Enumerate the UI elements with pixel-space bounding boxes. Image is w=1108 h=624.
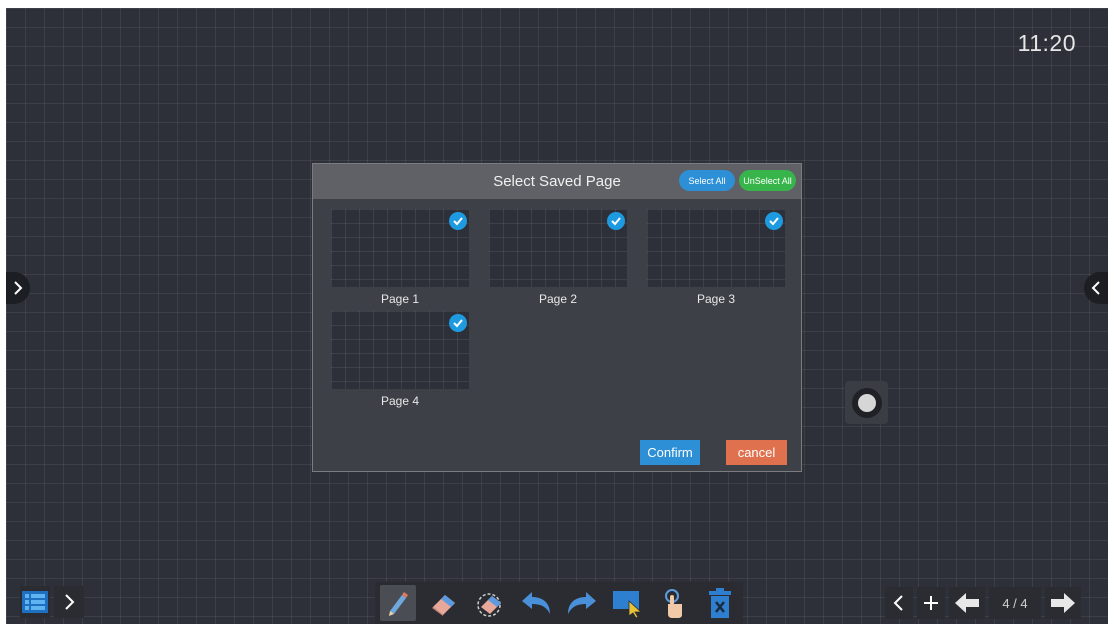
- select-saved-page-dialog: Select Saved Page Select All UnSelect Al…: [312, 163, 802, 472]
- dialog-header: Select Saved Page Select All UnSelect Al…: [313, 164, 801, 199]
- redo-button[interactable]: [564, 585, 600, 621]
- previous-page-button[interactable]: [949, 587, 985, 619]
- page-card-1[interactable]: Page 1: [331, 209, 471, 306]
- cancel-button[interactable]: cancel: [726, 440, 787, 465]
- select-icon: [613, 591, 643, 618]
- page-thumbnail[interactable]: [331, 209, 469, 287]
- next-page-button[interactable]: [1045, 587, 1081, 619]
- add-page-button[interactable]: [917, 587, 945, 619]
- page-thumbnail[interactable]: [647, 209, 785, 287]
- area-eraser-tool-button[interactable]: [472, 585, 508, 621]
- page-navigation: 4 / 4: [885, 586, 1101, 620]
- area-eraser-icon: [477, 593, 501, 617]
- dialog-title: Select Saved Page: [493, 173, 621, 190]
- chevron-right-icon: [14, 281, 23, 295]
- floating-ball-icon: [857, 393, 876, 412]
- chevron-left-icon: [893, 595, 903, 611]
- select-tool-button[interactable]: [610, 585, 646, 621]
- delete-button[interactable]: [702, 585, 738, 621]
- page-card-4[interactable]: Page 4: [331, 311, 471, 408]
- pen-icon: [389, 592, 408, 616]
- page-thumbnail[interactable]: [489, 209, 627, 287]
- chevron-right-icon: [65, 594, 75, 610]
- page-thumbnail[interactable]: [331, 311, 469, 389]
- touch-tool-button[interactable]: [656, 585, 692, 621]
- page-label: Page 2: [538, 292, 578, 306]
- drawing-toolbar: [375, 582, 743, 624]
- page-label: Page 1: [380, 292, 420, 306]
- eraser-tool-button[interactable]: [426, 585, 462, 621]
- checkmark-icon[interactable]: [449, 314, 467, 332]
- page-counter: 4 / 4: [989, 587, 1041, 619]
- pen-tool-button[interactable]: [380, 585, 416, 621]
- delete-icon: [709, 588, 731, 618]
- touch-icon: [665, 589, 682, 618]
- bottom-left-toolbar: [20, 586, 84, 618]
- chevron-left-icon: [1091, 281, 1100, 295]
- expand-toolbar-button[interactable]: [54, 586, 84, 618]
- undo-icon: [522, 592, 550, 614]
- page-label: Page 4: [380, 394, 420, 408]
- arrow-left-icon: [955, 593, 979, 613]
- floating-ball-ring: [851, 387, 882, 418]
- menu-button[interactable]: [20, 586, 50, 618]
- eraser-icon: [432, 595, 455, 616]
- select-all-button[interactable]: Select All: [679, 170, 735, 191]
- page-card-3[interactable]: Page 3: [647, 209, 787, 306]
- page-card-2[interactable]: Page 2: [489, 209, 629, 306]
- confirm-button[interactable]: Confirm: [640, 440, 700, 465]
- checkmark-icon[interactable]: [607, 212, 625, 230]
- checkmark-icon[interactable]: [449, 212, 467, 230]
- plus-icon: [924, 596, 938, 610]
- redo-icon: [568, 592, 596, 614]
- clock: 11:20: [1017, 30, 1076, 56]
- list-menu-icon: [22, 591, 48, 613]
- collapse-nav-button[interactable]: [885, 587, 913, 619]
- undo-button[interactable]: [518, 585, 554, 621]
- floating-menu-button[interactable]: [845, 381, 888, 424]
- arrow-right-icon: [1051, 593, 1075, 613]
- unselect-all-button[interactable]: UnSelect All: [739, 170, 796, 191]
- checkmark-icon[interactable]: [765, 212, 783, 230]
- right-sidebar-toggle[interactable]: [1084, 272, 1108, 304]
- page-label: Page 3: [696, 292, 736, 306]
